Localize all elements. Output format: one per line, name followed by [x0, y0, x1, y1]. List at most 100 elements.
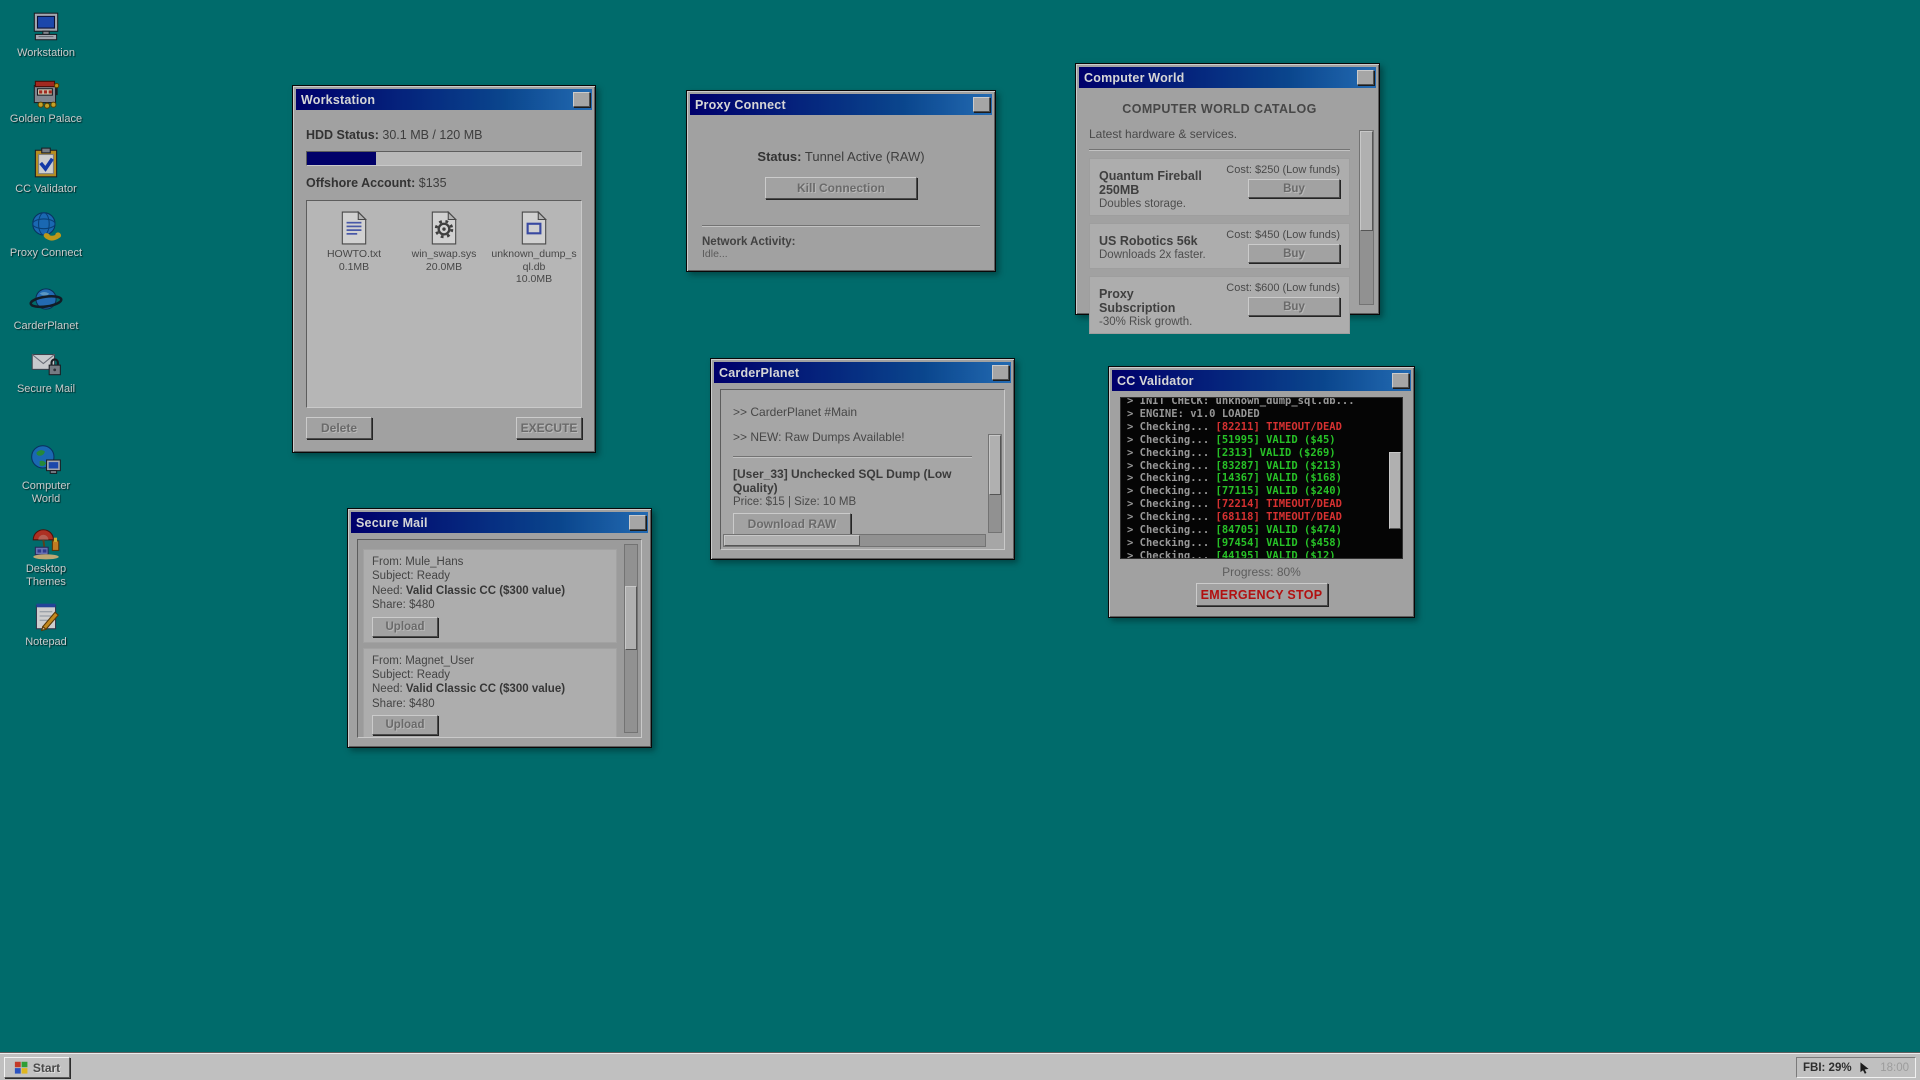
clock: 18:00: [1880, 1062, 1909, 1074]
close-button[interactable]: [973, 97, 990, 112]
desktop-icon-desktop-themes[interactable]: Desktop Themes: [8, 526, 84, 589]
terminal-line: > Checking... [14367] VALID ($168): [1127, 472, 1396, 485]
desktop-icon-cc-validator[interactable]: CC Validator: [8, 146, 84, 196]
hdd-progress-bar: [306, 151, 582, 166]
taskbar: Start FBI: 29% 18:00: [0, 1053, 1920, 1080]
forum-panel: >> CarderPlanet #Main >> NEW: Raw Dumps …: [720, 389, 1005, 550]
forum-header: >> NEW: Raw Dumps Available!: [733, 430, 978, 444]
kill-connection-button[interactable]: Kill Connection: [765, 177, 917, 199]
mail-share: Share: $480: [372, 697, 608, 711]
hdd-status-value: 30.1 MB / 120 MB: [382, 128, 482, 142]
close-button[interactable]: [1392, 373, 1409, 388]
buy-button[interactable]: Buy: [1248, 179, 1340, 198]
desktop-icon-secure-mail[interactable]: Secure Mail: [8, 346, 84, 396]
secure-mail-titlebar[interactable]: Secure Mail: [351, 512, 648, 533]
mail-item: From: Magnet_User Subject: Ready Need: V…: [363, 648, 617, 739]
terminal-line: > INIT CHECK: unknown_dump_sql.db...: [1127, 397, 1396, 408]
buy-button[interactable]: Buy: [1248, 244, 1340, 263]
workstation-icon: [29, 10, 63, 44]
close-button[interactable]: [573, 92, 590, 107]
window-title: CC Validator: [1117, 374, 1392, 388]
close-button[interactable]: [629, 515, 646, 530]
notepad-pencil-icon: [29, 599, 63, 633]
delete-button[interactable]: Delete: [306, 417, 372, 439]
scrollbar-thumb[interactable]: [1360, 131, 1373, 231]
cursor-icon: [1858, 1061, 1871, 1075]
workstation-titlebar[interactable]: Workstation: [296, 89, 592, 110]
file-name: win_swap.sys: [412, 248, 477, 261]
terminal-line: > Checking... [84705] VALID ($474): [1127, 524, 1396, 537]
start-button[interactable]: Start: [4, 1057, 70, 1078]
fbi-heat-status: FBI: 29%: [1803, 1062, 1852, 1074]
offshore-account: Offshore Account: $135: [306, 176, 582, 190]
offshore-account-value: $135: [419, 176, 447, 190]
carderplanet-titlebar[interactable]: CarderPlanet: [714, 362, 1011, 383]
scrollbar-thumb[interactable]: [989, 435, 1001, 495]
tunnel-status: Status: Tunnel Active (RAW): [702, 149, 980, 164]
execute-button[interactable]: EXECUTE: [516, 417, 582, 439]
desktop-icon-golden-palace[interactable]: Golden Palace: [8, 76, 84, 126]
beach-theme-icon: [29, 526, 63, 560]
desktop-icon-carderplanet[interactable]: CarderPlanet: [8, 283, 84, 333]
windows-logo-icon: [14, 1060, 29, 1075]
upload-button[interactable]: Upload: [372, 715, 438, 735]
desktop-icon-notepad[interactable]: Notepad: [8, 599, 84, 649]
file-howto[interactable]: HOWTO.txt 0.1MB: [311, 211, 397, 273]
window-secure-mail: Secure Mail From: Mule_Hans Subject: Rea…: [347, 508, 652, 748]
proxy-titlebar[interactable]: Proxy Connect: [690, 94, 992, 115]
item-cost: Cost: $250 (Low funds): [1226, 164, 1340, 176]
listing-meta: Price: $15 | Size: 10 MB: [733, 496, 978, 508]
buy-button[interactable]: Buy: [1248, 297, 1340, 316]
terminal-line: > ENGINE: v1.0 LOADED: [1127, 408, 1396, 421]
globe-monitor-icon: [29, 443, 63, 477]
window-cc-validator: CC Validator > INIT CHECK: unknown_dump_…: [1108, 366, 1415, 618]
catalog-item: Proxy Subscription -30% Risk growth. Cos…: [1089, 276, 1350, 334]
listing-name: [Vendor_EU] GOLD Raw Logs (High Potentia…: [733, 548, 978, 550]
file-name: HOWTO.txt: [327, 248, 381, 261]
mail-list: From: Mule_Hans Subject: Ready Need: Val…: [357, 539, 642, 738]
desktop-icon-workstation[interactable]: Workstation: [8, 10, 84, 60]
desktop-icon-computer-world[interactable]: Computer World: [8, 443, 84, 506]
terminal-line: > Checking... [51995] VALID ($45): [1127, 434, 1396, 447]
listing-name: [User_33] Unchecked SQL Dump (Low Qualit…: [733, 467, 978, 495]
item-cost: Cost: $600 (Low funds): [1226, 282, 1340, 294]
item-desc: -30% Risk growth.: [1099, 316, 1212, 328]
tunnel-status-label: Status:: [757, 149, 801, 164]
network-activity-label: Network Activity:: [702, 236, 980, 248]
mail-subject: Subject: Ready: [372, 569, 608, 583]
terminal-scrollbar-thumb[interactable]: [1389, 452, 1401, 529]
system-tray: FBI: 29% 18:00: [1796, 1057, 1916, 1078]
tunnel-status-value: Tunnel Active (RAW): [805, 149, 925, 164]
clipboard-check-icon: [29, 146, 63, 180]
envelope-lock-icon: [29, 346, 63, 380]
hdd-progress-fill: [307, 152, 376, 165]
catalog-item: Quantum Fireball 250MB Doubles storage. …: [1089, 158, 1350, 216]
cc-validator-titlebar[interactable]: CC Validator: [1112, 370, 1411, 391]
network-activity-value: Idle...: [702, 248, 980, 260]
desktop-icon-proxy-connect[interactable]: Proxy Connect: [8, 210, 84, 260]
download-raw-button[interactable]: Download RAW: [733, 513, 851, 535]
file-unknown-dump[interactable]: unknown_dump_sql.db 10.0MB: [491, 211, 577, 286]
file-size: 20.0MB: [412, 261, 477, 274]
window-title: Secure Mail: [356, 516, 629, 530]
file-win-swap[interactable]: win_swap.sys 20.0MB: [401, 211, 487, 273]
scrollbar-thumb[interactable]: [724, 535, 860, 546]
catalog-heading: COMPUTER WORLD CATALOG: [1089, 102, 1350, 116]
file-list: HOWTO.txt 0.1MB win_swap.sys 20.0MB: [306, 200, 582, 408]
desktop-icon-label: Secure Mail: [17, 383, 75, 396]
emergency-stop-button[interactable]: EMERGENCY STOP: [1196, 583, 1328, 606]
ringed-planet-icon: [29, 283, 63, 317]
close-button[interactable]: [992, 365, 1009, 380]
close-button[interactable]: [1357, 70, 1374, 85]
item-name: Quantum Fireball 250MB: [1099, 169, 1212, 197]
mail-from: From: Mule_Hans: [372, 555, 608, 569]
scrollbar-thumb[interactable]: [625, 586, 637, 650]
computer-world-titlebar[interactable]: Computer World: [1079, 67, 1376, 88]
upload-button[interactable]: Upload: [372, 617, 438, 637]
window-title: Computer World: [1084, 71, 1357, 85]
start-label: Start: [33, 1061, 60, 1075]
window-workstation: Workstation HDD Status: 30.1 MB / 120 MB…: [292, 85, 596, 453]
mail-share: Share: $480: [372, 598, 608, 612]
item-cost: Cost: $450 (Low funds): [1226, 229, 1340, 241]
terminal-line: > Checking... [72214] TIMEOUT/DEAD: [1127, 498, 1396, 511]
